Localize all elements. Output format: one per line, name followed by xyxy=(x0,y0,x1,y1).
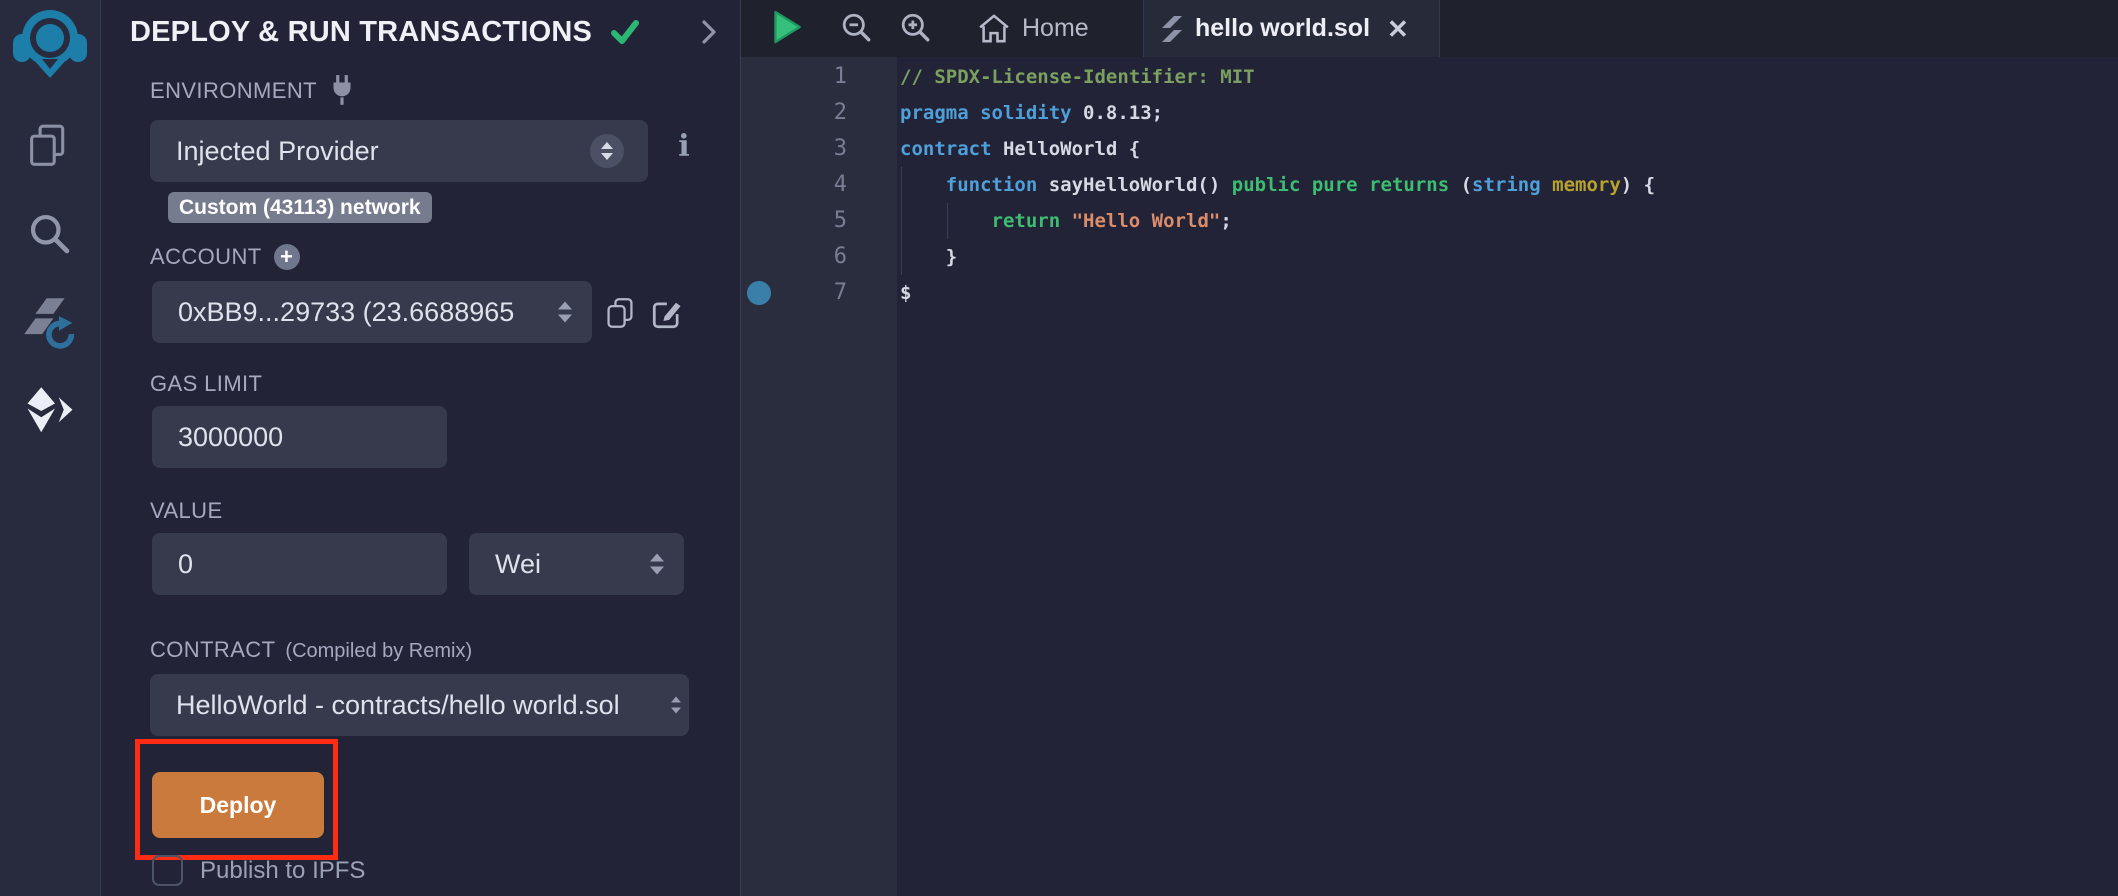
deploy-run-icon xyxy=(24,386,76,436)
contract-select[interactable]: HelloWorld - contracts/hello world.sol xyxy=(150,674,689,736)
play-icon xyxy=(772,9,802,45)
value-wrap xyxy=(152,533,447,595)
line-numbers[interactable]: 1234567 xyxy=(741,57,897,311)
contract-label: CONTRACT xyxy=(150,637,275,663)
updown-icon xyxy=(671,697,681,714)
contract-value: HelloWorld - contracts/hello world.sol xyxy=(176,690,620,721)
plug-icon xyxy=(329,74,355,108)
zoom-in-button[interactable] xyxy=(900,12,932,49)
edit-account-button[interactable] xyxy=(652,297,684,334)
sidebar-item-deploy-and-run[interactable] xyxy=(0,386,100,436)
breakpoint-dot[interactable] xyxy=(747,281,771,305)
copy-account-button[interactable] xyxy=(606,297,634,334)
code-line: return "Hello World"; xyxy=(900,203,2118,239)
line-number[interactable]: 2 xyxy=(741,95,847,131)
code-line: } xyxy=(900,239,2118,275)
tab-home[interactable]: Home xyxy=(969,0,1099,57)
value-unit-select[interactable]: Wei xyxy=(469,533,684,595)
indent-guide xyxy=(901,167,902,275)
value-input[interactable] xyxy=(152,533,447,595)
indent-guide xyxy=(947,203,948,239)
editor-tabbar: Home hello world.sol ✕ xyxy=(741,0,2118,57)
editor-pane: Home hello world.sol ✕ 1234567 // SPDX-L… xyxy=(740,0,2118,896)
publish-ipfs-checkbox[interactable] xyxy=(152,855,183,886)
search-icon xyxy=(26,210,74,258)
page-title: DEPLOY & RUN TRANSACTIONS xyxy=(130,16,592,49)
activity-bar xyxy=(0,0,101,896)
updown-icon xyxy=(558,302,572,323)
line-number[interactable]: 5 xyxy=(741,203,847,239)
code-line: // SPDX-License-Identifier: MIT xyxy=(900,59,2118,95)
code-line: function sayHelloWorld() public pure ret… xyxy=(900,167,2118,203)
code-line: $ xyxy=(900,275,2118,311)
tab-home-label: Home xyxy=(1022,14,1089,43)
files-icon xyxy=(26,122,74,170)
edit-icon xyxy=(652,297,684,329)
panel-header: DEPLOY & RUN TRANSACTIONS xyxy=(130,10,718,54)
sidebar-item-search[interactable] xyxy=(0,210,100,258)
line-number[interactable]: 6 xyxy=(741,239,847,275)
account-label-row: ACCOUNT + xyxy=(150,244,300,270)
publish-ipfs-label[interactable]: Publish to IPFS xyxy=(200,857,365,885)
copy-icon xyxy=(606,297,634,329)
home-icon xyxy=(979,14,1009,43)
solidity-file-icon xyxy=(1162,16,1182,42)
code-line: contract HelloWorld { xyxy=(900,131,2118,167)
sidebar-item-file-explorer[interactable] xyxy=(0,122,100,170)
info-icon[interactable]: i xyxy=(670,129,698,164)
line-number[interactable]: 4 xyxy=(741,167,847,203)
contract-sublabel: (Compiled by Remix) xyxy=(285,640,472,663)
close-tab-icon[interactable]: ✕ xyxy=(1387,16,1409,42)
account-value: 0xBB9...29733 (23.6688965 xyxy=(178,297,514,328)
gas-limit-input[interactable] xyxy=(152,406,447,468)
add-account-icon[interactable]: + xyxy=(274,244,300,270)
deploy-button[interactable]: Deploy xyxy=(152,772,324,838)
code-line: pragma solidity 0.8.13; xyxy=(900,95,2118,131)
chevron-right-icon[interactable] xyxy=(700,18,718,46)
tab-hello-world-sol[interactable]: hello world.sol ✕ xyxy=(1143,0,1440,57)
code-area[interactable]: // SPDX-License-Identifier: MITpragma so… xyxy=(897,57,2118,896)
environment-value: Injected Provider xyxy=(176,136,379,167)
code-lines[interactable]: // SPDX-License-Identifier: MITpragma so… xyxy=(897,57,2118,311)
zoom-out-button[interactable] xyxy=(841,12,873,49)
tab-file-label: hello world.sol xyxy=(1195,14,1370,43)
remix-logo[interactable] xyxy=(12,8,88,78)
solidity-compiler-icon xyxy=(22,296,78,352)
line-number[interactable]: 1 xyxy=(741,59,847,95)
value-unit: Wei xyxy=(495,549,541,580)
gas-limit-wrap xyxy=(152,406,447,468)
zoom-out-icon xyxy=(841,12,873,44)
run-script-button[interactable] xyxy=(772,9,802,50)
updown-circle-icon xyxy=(590,134,624,168)
contract-label-row: CONTRACT (Compiled by Remix) xyxy=(150,637,472,663)
account-select[interactable]: 0xBB9...29733 (23.6688965 xyxy=(152,281,592,343)
environment-select[interactable]: Injected Provider xyxy=(150,120,648,182)
deploy-run-panel: DEPLOY & RUN TRANSACTIONS ENVIRONMENT In… xyxy=(101,0,740,896)
remix-logo-icon xyxy=(12,8,88,78)
updown-icon xyxy=(650,554,664,575)
gas-limit-label: GAS LIMIT xyxy=(150,371,262,397)
editor-gutter[interactable]: 1234567 xyxy=(741,57,897,896)
zoom-in-icon xyxy=(900,12,932,44)
sidebar-item-solidity-compiler[interactable] xyxy=(0,296,100,352)
remix-ide: DEPLOY & RUN TRANSACTIONS ENVIRONMENT In… xyxy=(0,0,2118,896)
account-label: ACCOUNT xyxy=(150,244,262,270)
check-icon xyxy=(608,17,642,47)
network-badge: Custom (43113) network xyxy=(168,192,432,223)
line-number[interactable]: 3 xyxy=(741,131,847,167)
environment-label-row: ENVIRONMENT xyxy=(150,74,355,108)
environment-label: ENVIRONMENT xyxy=(150,78,317,104)
value-label: VALUE xyxy=(150,498,223,524)
